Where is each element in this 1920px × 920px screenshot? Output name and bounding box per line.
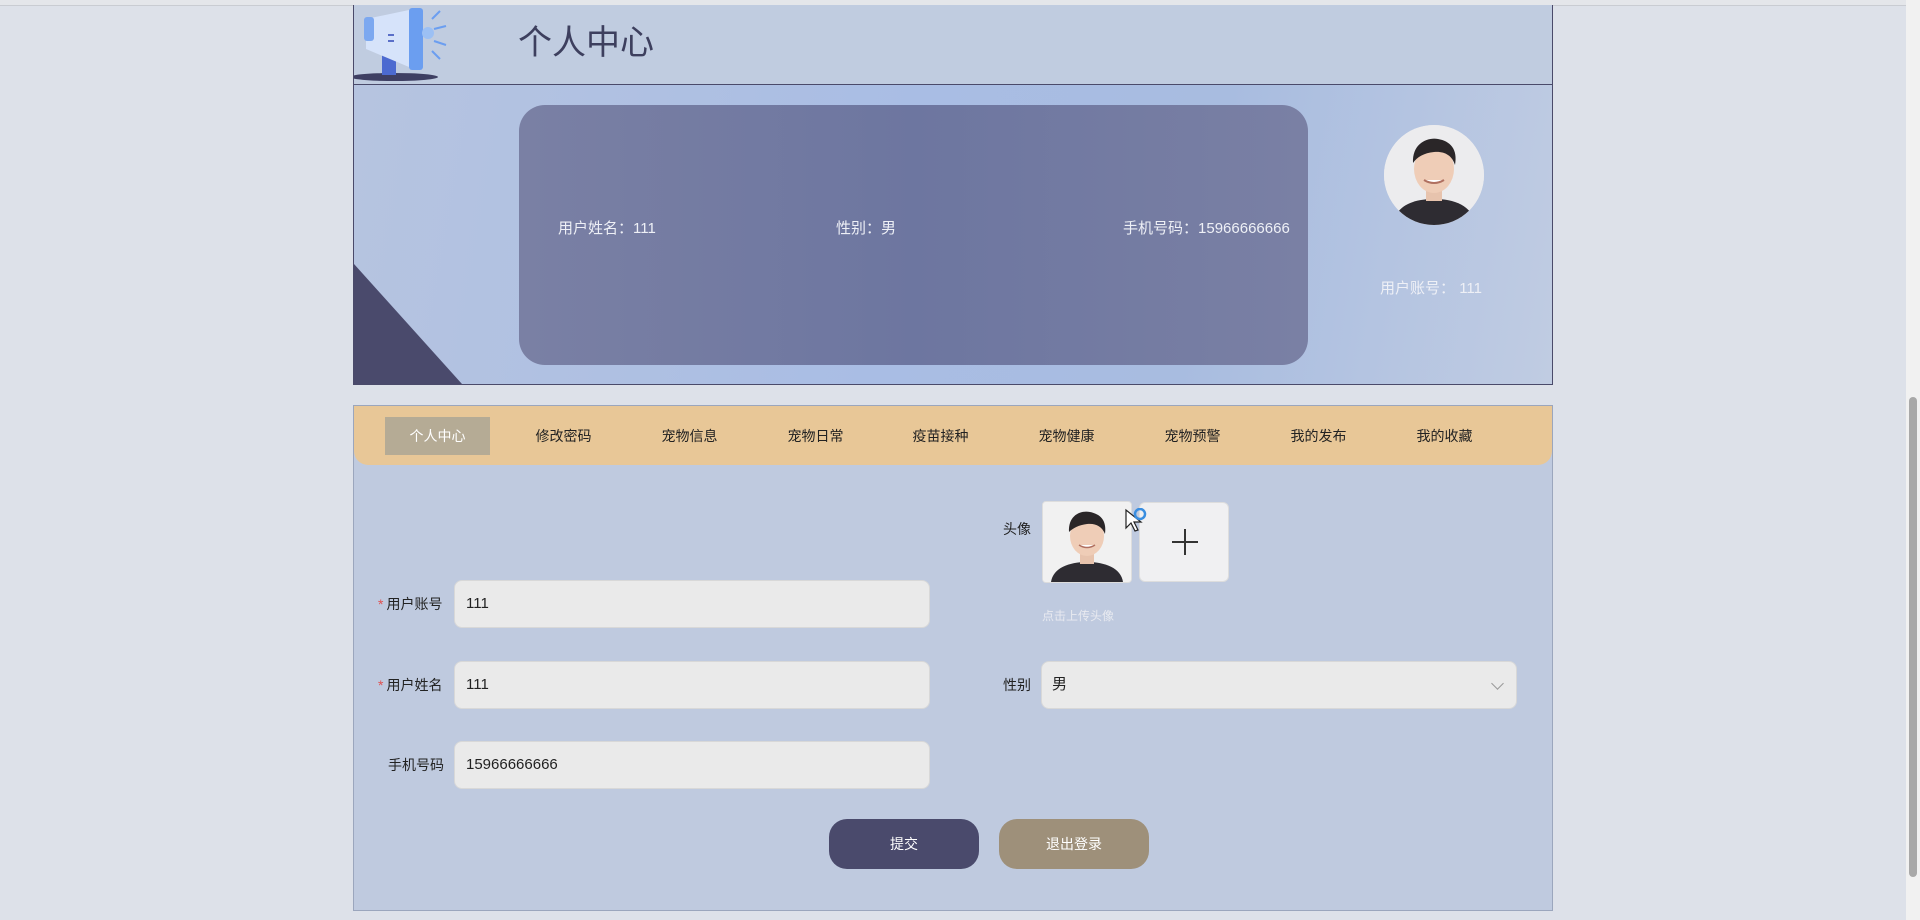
profile-form-panel: 个人中心 修改密码 宠物信息 宠物日常 疫苗接种 宠物健康 宠物预警 我的发布 … [353,405,1553,911]
phone-field-label: 手机号码 [388,757,444,773]
tab-my-favorites[interactable]: 我的收藏 [1392,417,1497,455]
tab-bar: 个人中心 修改密码 宠物信息 宠物日常 疫苗接种 宠物健康 宠物预警 我的发布 … [354,406,1552,465]
avatar-thumb-photo-icon [1043,502,1131,582]
name-field-label: * 用户姓名 [378,675,442,695]
account-label-text: 用户账号 [386,596,443,612]
banner-account-value: 111 [1459,280,1482,297]
banner-name-value: 111 [633,220,656,237]
banner-account: 用户账号： 111 [1380,277,1482,298]
logout-button[interactable]: 退出登录 [999,819,1149,869]
name-label-text: 用户姓名 [386,677,443,693]
user-info-card: 用户姓名：111 性别：男 手机号码：15966666666 [519,105,1308,365]
tab-change-password[interactable]: 修改密码 [511,417,616,455]
mouse-cursor-icon [1125,508,1147,532]
tab-pet-health[interactable]: 宠物健康 [1014,417,1119,455]
avatar [1384,125,1484,225]
avatar-thumbnail[interactable] [1042,501,1132,583]
banner-name: 用户姓名：111 [558,217,656,238]
banner-phone-label: 手机号码： [1123,220,1199,237]
avatar-upload-plus-icon[interactable] [1139,502,1229,582]
profile-banner: 用户姓名：111 性别：男 手机号码：15966666666 用户账号： 111 [353,85,1553,385]
tab-vaccination[interactable]: 疫苗接种 [888,417,993,455]
required-mark: * [378,596,384,612]
banner-name-label: 用户姓名： [558,220,634,237]
megaphone-icon [354,8,447,81]
scrollbar-thumb[interactable] [1909,397,1917,877]
tab-personal-center[interactable]: 个人中心 [385,417,490,455]
avatar-photo-icon [1384,125,1484,225]
gender-select-value: 男 [1052,676,1068,693]
banner-account-label: 用户账号： [1380,280,1456,297]
avatar-upload-hint: 点击上传头像 [1042,609,1115,623]
submit-button[interactable]: 提交 [829,819,979,869]
chevron-down-icon [1491,677,1504,690]
tab-pet-info[interactable]: 宠物信息 [637,417,742,455]
account-input[interactable]: 111 [454,580,930,628]
banner-phone: 手机号码：15966666666 [1123,217,1290,238]
page-title: 个人中心 [518,24,654,62]
banner-phone-value: 15966666666 [1198,220,1290,237]
avatar-label: 头像 [1003,521,1031,537]
gender-select[interactable]: 男 [1041,661,1517,709]
tab-my-posts[interactable]: 我的发布 [1266,417,1371,455]
tab-pet-alert[interactable]: 宠物预警 [1140,417,1245,455]
name-input[interactable]: 111 [454,661,930,709]
decorative-triangle [354,264,462,384]
banner-gender: 性别：男 [836,217,896,238]
page-header: 个人中心 [353,5,1553,85]
page-scrollbar[interactable] [1906,0,1920,920]
required-mark: * [378,677,384,693]
phone-input[interactable]: 15966666666 [454,741,930,789]
banner-gender-value: 男 [881,220,897,237]
tab-pet-daily[interactable]: 宠物日常 [763,417,868,455]
banner-gender-label: 性别： [836,220,882,237]
gender-field-label: 性别 [1003,677,1031,693]
account-field-label: * 用户账号 [378,594,442,614]
